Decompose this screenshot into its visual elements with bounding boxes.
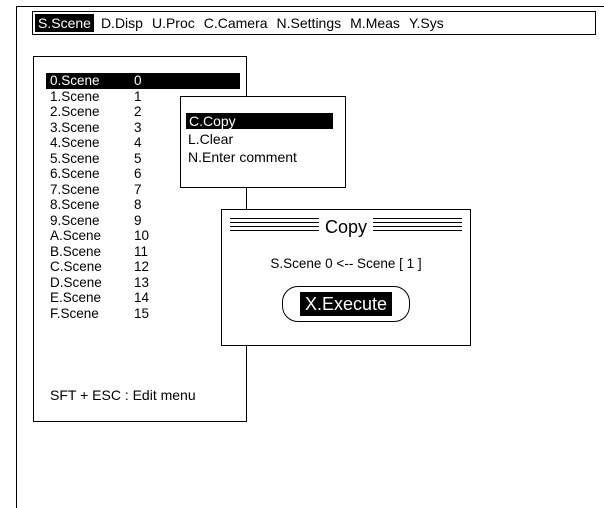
scene-number: 10: [134, 228, 150, 243]
scene-number: 9: [134, 212, 142, 228]
copy-menu-item[interactable]: C.Copy: [186, 113, 333, 129]
scene-name: 5.Scene: [50, 150, 100, 166]
scene-number: 6: [134, 166, 142, 181]
scene-name: E.Scene: [50, 290, 102, 305]
scene-number: 14: [134, 290, 150, 305]
scene-name: 3.Scene: [50, 119, 100, 135]
scene-name: F.Scene: [50, 305, 99, 321]
copy-source-line: S.Scene 0 <-- Scene [ 1 ]: [270, 256, 422, 271]
dialog-title-text: Copy: [318, 217, 374, 237]
scene-name: C.Scene: [50, 259, 102, 274]
scene-row[interactable]: D.Scene 13: [46, 275, 240, 291]
scene-row[interactable]: 9.Scene 9: [46, 213, 240, 229]
scene-number: 7: [134, 181, 142, 197]
title-stripes-right: [367, 218, 462, 232]
title-stripes-left: [230, 218, 325, 232]
scene-number: 8: [134, 197, 142, 212]
execute-button-frame[interactable]: X.Execute: [282, 286, 410, 322]
execute-button[interactable]: X.Execute: [299, 292, 393, 316]
scene-row[interactable]: E.Scene 14: [46, 290, 240, 306]
clear-menu-item[interactable]: L.Clear: [188, 131, 233, 147]
edit-menu-hint: SFT + ESC : Edit menu: [50, 387, 196, 403]
menu-settings[interactable]: N.Settings: [275, 14, 344, 32]
scene-number: 12: [134, 259, 150, 274]
menu-camera[interactable]: C.Camera: [202, 14, 270, 32]
scene-row[interactable]: 8.Scene 8: [46, 197, 240, 213]
scene-row[interactable]: 0.Scene 0: [46, 73, 240, 89]
scene-name: 1.Scene: [50, 88, 100, 104]
scene-context-menu: C.Copy L.Clear N.Enter comment: [180, 96, 346, 188]
scene-row[interactable]: A.Scene 10: [46, 228, 240, 244]
scene-name: 6.Scene: [50, 166, 100, 181]
scene-row[interactable]: F.Scene 15: [46, 306, 240, 322]
scene-number: 0: [134, 73, 142, 88]
scene-row[interactable]: C.Scene 12: [46, 259, 240, 275]
scene-number: 3: [134, 119, 142, 135]
scene-name: D.Scene: [50, 274, 102, 290]
scene-row[interactable]: B.Scene 11: [46, 244, 240, 260]
scene-number: 4: [134, 135, 142, 150]
scene-name: B.Scene: [50, 243, 102, 259]
scene-name: 7.Scene: [50, 181, 100, 197]
menu-disp[interactable]: D.Disp: [99, 14, 145, 32]
scene-number: 5: [134, 150, 142, 166]
copy-dialog: Copy S.Scene 0 <-- Scene [ 1 ] X.Execute: [221, 209, 471, 346]
menu-bar: S.Scene D.Disp U.Proc C.Camera N.Setting…: [32, 11, 596, 35]
scene-name: A.Scene: [50, 228, 102, 243]
scene-number: 13: [134, 274, 150, 290]
scene-number: 2: [134, 104, 142, 119]
scene-number: 15: [134, 305, 150, 321]
scene-number: 1: [134, 88, 142, 104]
scene-name: 8.Scene: [50, 197, 100, 212]
scene-name: 0.Scene: [50, 73, 100, 88]
scene-name: 9.Scene: [50, 212, 100, 228]
menu-proc[interactable]: U.Proc: [150, 14, 197, 32]
scene-number: 11: [134, 243, 149, 259]
menu-scene[interactable]: S.Scene: [35, 14, 94, 32]
menu-meas[interactable]: M.Meas: [348, 14, 402, 32]
menu-sys[interactable]: Y.Sys: [407, 14, 446, 32]
scene-name: 2.Scene: [50, 104, 100, 119]
scene-name: 4.Scene: [50, 135, 100, 150]
enter-comment-menu-item[interactable]: N.Enter comment: [188, 149, 297, 165]
